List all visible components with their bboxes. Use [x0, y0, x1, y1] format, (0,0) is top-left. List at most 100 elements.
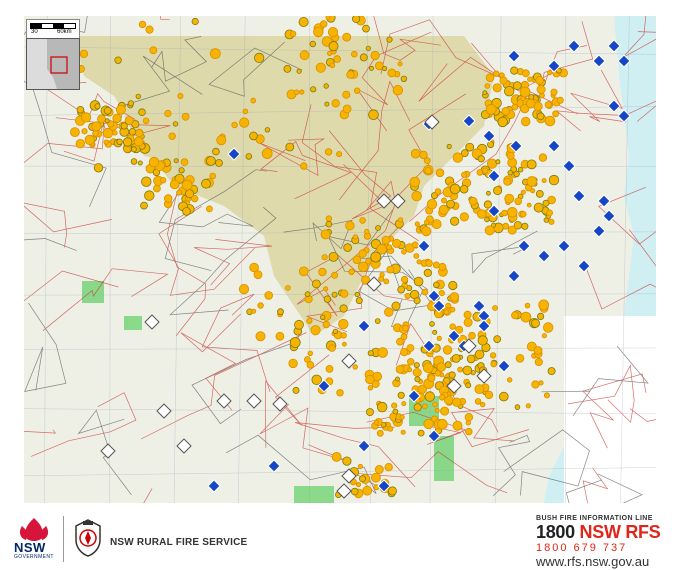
fire-marker [493, 335, 502, 344]
fire-marker [435, 168, 445, 178]
fire-marker [79, 49, 89, 58]
fire-marker [526, 202, 532, 208]
fire-marker [399, 414, 405, 420]
fire-marker [533, 346, 543, 355]
fire-marker [140, 201, 148, 210]
fire-marker [521, 116, 531, 127]
fire-marker [209, 48, 221, 59]
fire-marker [104, 118, 110, 124]
fire-marker [387, 68, 397, 78]
scale-right-label: 60km [57, 29, 72, 35]
fire-marker [423, 418, 434, 430]
fire-marker [448, 371, 456, 379]
fire-marker [521, 69, 530, 78]
fire-marker [320, 229, 331, 240]
fire-marker [122, 137, 133, 147]
fire-marker [342, 32, 352, 42]
fire-marker [368, 109, 379, 120]
fire-marker [292, 386, 300, 394]
fire-marker [141, 176, 152, 187]
fire-marker [519, 210, 527, 218]
fire-marker [163, 194, 173, 203]
rfs-website-link[interactable]: www.rfs.nsw.gov.au [536, 554, 668, 569]
fire-marker [255, 331, 266, 342]
fire-marker [490, 360, 498, 368]
fire-marker [451, 353, 461, 363]
fire-marker [325, 16, 331, 20]
fire-marker [504, 85, 515, 97]
fire-marker [514, 404, 521, 410]
fire-marker [395, 376, 400, 382]
fire-marker [492, 83, 502, 93]
fire-marker [365, 408, 374, 417]
fire-marker [206, 156, 216, 166]
fire-marker [91, 121, 102, 132]
hotline-prefix: 1800 [536, 522, 580, 542]
fire-marker [346, 70, 355, 79]
fire-marker [315, 62, 326, 73]
fire-marker [476, 169, 484, 176]
fire-map-canvas[interactable] [24, 16, 656, 503]
info-phone-number: 1800 679 737 [536, 542, 628, 554]
fire-marker [333, 55, 342, 63]
fire-marker [442, 345, 453, 355]
fire-marker [434, 188, 442, 195]
fire-marker [130, 158, 138, 165]
fire-marker [325, 220, 333, 228]
fire-marker [531, 380, 540, 389]
fire-marker [378, 275, 385, 282]
fire-marker [436, 362, 447, 372]
fire-marker [326, 50, 333, 57]
fire-marker [80, 112, 92, 123]
fire-marker [135, 93, 141, 100]
fire-marker [429, 321, 435, 327]
fire-marker [552, 110, 559, 118]
fire-marker [449, 216, 460, 226]
fire-marker [461, 171, 468, 178]
fire-marker [493, 70, 500, 77]
fire-marker [440, 197, 447, 204]
fire-marker [182, 207, 191, 216]
fire-marker [533, 202, 544, 213]
fire-marker [513, 170, 520, 178]
fire-marker [474, 398, 482, 405]
fire-marker [289, 30, 297, 37]
bush-fire-info-block: BUSH FIRE INFORMATION LINE 1800 NSW RFS … [536, 515, 668, 569]
fire-marker [181, 112, 190, 121]
fire-marker [547, 367, 556, 376]
fire-marker [417, 429, 425, 437]
fire-marker [342, 456, 352, 466]
fire-marker [530, 318, 540, 328]
fire-marker [319, 20, 328, 28]
fire-marker [446, 199, 456, 209]
fire-marker [93, 163, 104, 173]
fire-marker [412, 367, 422, 377]
fire-marker [309, 40, 316, 48]
fire-marker [387, 425, 394, 432]
fire-marker [310, 86, 317, 93]
fire-marker [511, 311, 520, 320]
fire-marker [112, 130, 118, 136]
fire-marker [149, 46, 158, 55]
fire-marker [377, 347, 389, 358]
fire-marker [342, 90, 351, 99]
fire-marker [449, 183, 461, 195]
fire-marker [477, 335, 488, 346]
fire-marker [191, 17, 199, 26]
fire-marker [367, 350, 374, 357]
fire-marker [331, 291, 338, 298]
fire-marker [477, 209, 487, 219]
fire-marker [353, 87, 361, 94]
fire-marker [502, 222, 510, 230]
fire-marker [355, 481, 362, 488]
fire-marker [448, 280, 458, 291]
fire-marker [112, 113, 122, 123]
fire-marker [215, 159, 223, 167]
fire-marker [364, 228, 370, 235]
fire-marker [413, 362, 420, 369]
fire-marker [459, 184, 469, 194]
fire-marker [84, 134, 95, 146]
fire-map[interactable] [24, 16, 656, 503]
fire-marker [538, 153, 548, 162]
fire-marker [103, 106, 112, 115]
